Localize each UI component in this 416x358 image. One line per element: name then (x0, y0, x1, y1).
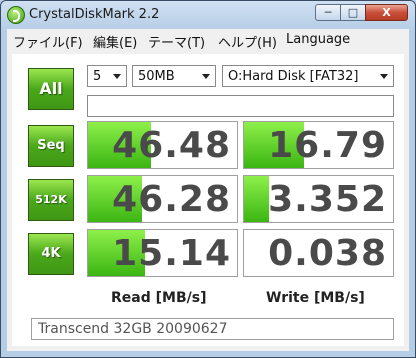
test-count-value: 5 (93, 69, 102, 84)
512k-button[interactable]: 512K (28, 179, 74, 221)
4k-read-result: 15.14 (87, 229, 238, 277)
4k-button-label: 4K (41, 246, 61, 261)
512k-read-result: 46.28 (87, 175, 238, 223)
test-size-value: 50MB (138, 69, 175, 84)
menu-help[interactable]: ヘルプ(H) (218, 32, 277, 51)
4k-write-value: 0.038 (268, 233, 387, 274)
title-bar[interactable]: CrystalDiskMark 2.2 ─ □ X (1, 1, 415, 29)
benchmark-area: All 5 50MB O:Hard Disk [FAT32] Seq 46.48… (12, 54, 404, 346)
main-panel: All 5 50MB O:Hard Disk [FAT32] Seq 46.48… (7, 50, 409, 351)
crystaldiskmark-icon (7, 6, 25, 24)
app-window: CrystalDiskMark 2.2 ─ □ X ファイル(F) 編集(E) … (0, 0, 416, 358)
all-button[interactable]: All (28, 68, 74, 110)
seq-button-label: Seq (37, 138, 65, 153)
chevron-down-icon (380, 74, 388, 79)
comment-field[interactable]: Transcend 32GB 20090627 (31, 318, 394, 340)
window-title: CrystalDiskMark 2.2 (29, 7, 160, 22)
maximize-button[interactable]: □ (340, 4, 366, 21)
seq-read-result: 46.48 (87, 121, 238, 169)
512k-read-value: 46.28 (112, 179, 231, 220)
minimize-button[interactable]: ─ (315, 4, 341, 21)
512k-write-result: 3.352 (243, 175, 394, 223)
menu-edit[interactable]: 編集(E) (93, 32, 137, 51)
read-column-label: Read [MB/s] (111, 290, 207, 306)
seq-read-value: 46.48 (112, 125, 231, 166)
drive-select[interactable]: O:Hard Disk [FAT32] (222, 65, 394, 87)
write-column-label: Write [MB/s] (266, 290, 365, 306)
512k-write-value: 3.352 (268, 179, 387, 220)
drive-value: O:Hard Disk [FAT32] (228, 69, 359, 84)
menu-file[interactable]: ファイル(F) (13, 32, 83, 51)
menu-bar: ファイル(F) 編集(E) テーマ(T) ヘルプ(H) Language (7, 29, 409, 51)
test-count-select[interactable]: 5 (87, 65, 127, 87)
chevron-down-icon (202, 74, 210, 79)
4k-write-result: 0.038 (243, 229, 394, 277)
menu-language[interactable]: Language (286, 32, 350, 47)
status-box (87, 95, 394, 117)
test-size-select[interactable]: 50MB (132, 65, 216, 87)
close-button[interactable]: X (365, 4, 408, 21)
512k-write-bar (244, 176, 270, 222)
4k-read-value: 15.14 (112, 233, 231, 274)
comment-text: Transcend 32GB 20090627 (38, 321, 228, 337)
seq-write-value: 16.79 (268, 125, 387, 166)
menu-theme[interactable]: テーマ(T) (148, 32, 205, 51)
seq-button[interactable]: Seq (28, 125, 74, 167)
4k-button[interactable]: 4K (28, 233, 74, 275)
chevron-down-icon (113, 74, 121, 79)
seq-write-result: 16.79 (243, 121, 394, 169)
512k-button-label: 512K (35, 193, 67, 206)
all-button-label: All (39, 79, 63, 98)
